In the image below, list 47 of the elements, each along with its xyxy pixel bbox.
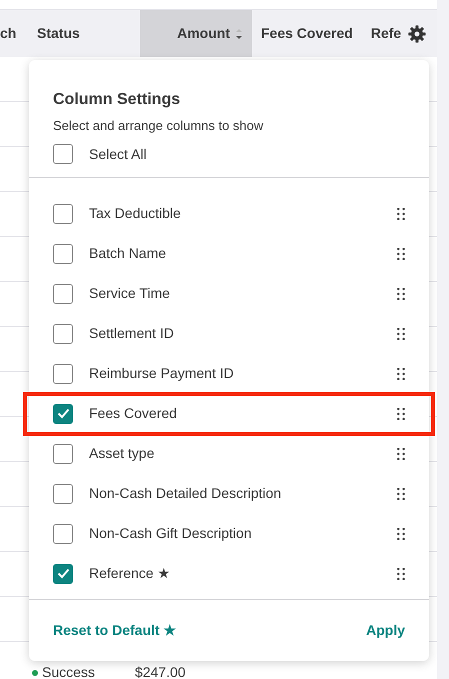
reset-to-default-link[interactable]: Reset to Default ★ [53,620,176,641]
column-header[interactable]: Refe [362,10,410,57]
column-label: Asset type [89,444,156,463]
column-label: Fees Covered [89,404,178,423]
settings-icon[interactable] [408,24,426,42]
checkbox[interactable] [53,444,73,464]
column-label: Non-Cash Gift Description [89,524,253,543]
column-header[interactable]: ch [0,10,28,57]
drag-handle-icon[interactable] [397,288,405,300]
drag-handle-icon[interactable] [397,208,405,220]
panel-title: Column Settings [53,90,182,110]
drag-handle-icon[interactable] [397,328,405,340]
column-label: Service Time [89,284,171,303]
drag-handle-icon[interactable] [397,568,405,580]
sort-icon [235,28,243,40]
column-label: Reference ★ [89,564,172,583]
column-header[interactable]: Amount [140,10,252,57]
drag-handle-icon[interactable] [397,488,405,500]
column-label: Tax Deductible [89,204,182,223]
column-label: Settlement ID [89,324,175,343]
checkbox[interactable] [53,244,73,264]
column-label: Reimburse Payment ID [89,364,235,383]
checkmark-icon [56,568,70,579]
column-header[interactable]: Status [28,10,140,57]
checkbox[interactable] [53,364,73,384]
status-text: Success [32,662,95,679]
checkbox[interactable] [53,484,73,504]
panel-subtitle: Select and arrange columns to show [53,117,264,135]
drag-handle-icon[interactable] [397,528,405,540]
drag-handle-icon[interactable] [397,408,405,420]
apply-button[interactable]: Apply [366,620,405,641]
drag-handle-icon[interactable] [397,248,405,260]
drag-handle-icon[interactable] [397,448,405,460]
amount-text: $247.00 [134,663,186,679]
checkbox[interactable] [53,324,73,344]
checkbox[interactable] [53,564,73,584]
checkbox[interactable] [53,524,73,544]
checkbox[interactable] [53,144,73,164]
checkmark-icon [56,408,70,419]
checkbox[interactable] [53,284,73,304]
column-header[interactable]: Fees Covered [252,10,362,57]
checkbox[interactable] [53,404,73,424]
drag-handle-icon[interactable] [397,368,405,380]
column-label: Non-Cash Detailed Description [89,484,282,503]
checkbox[interactable] [53,204,73,224]
select-all-label: Select All [89,144,147,164]
column-label: Batch Name [89,244,168,263]
